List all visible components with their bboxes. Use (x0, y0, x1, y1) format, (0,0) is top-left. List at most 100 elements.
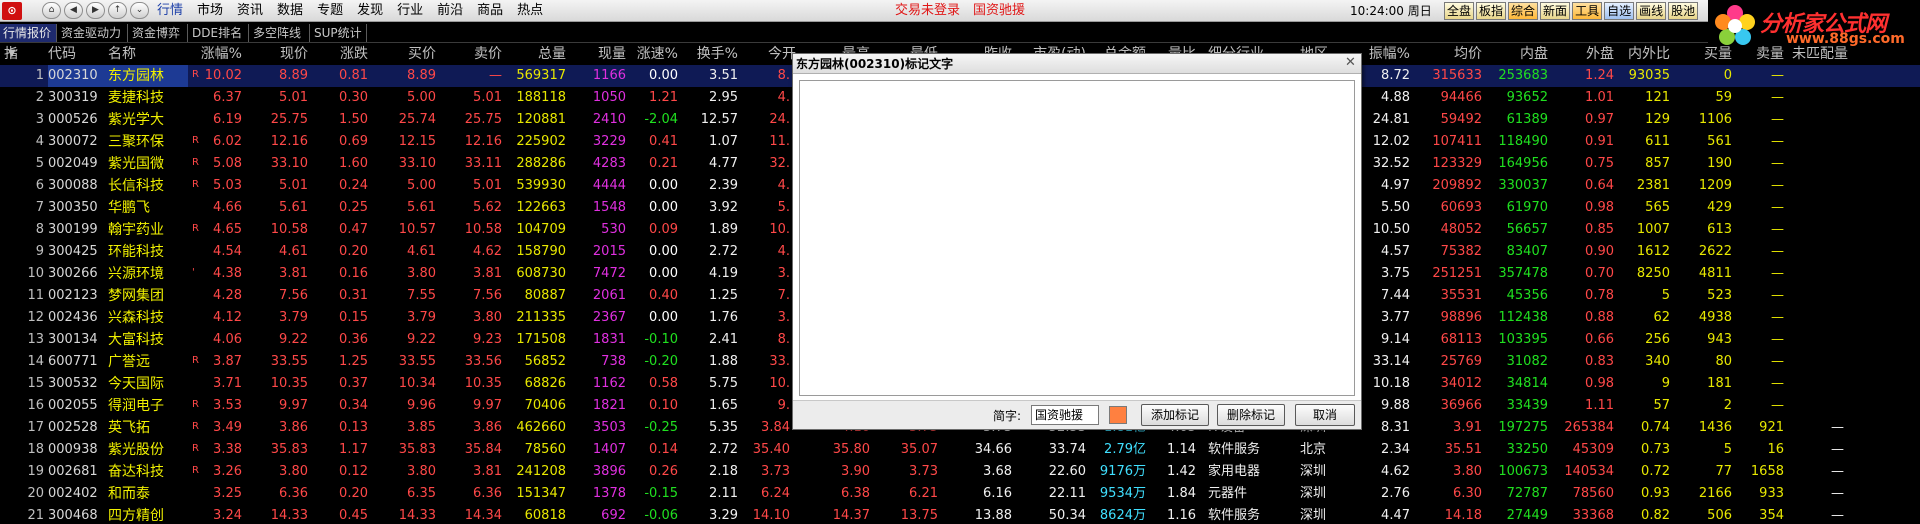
cell-col-prev-close: 34.66 (974, 442, 1012, 457)
menu-hotspot[interactable]: 热点 (510, 0, 550, 22)
cell-col-avg-price: 48052 (1440, 222, 1482, 237)
cell-col-last-volume: 2367 (592, 310, 626, 325)
dropdown-icon[interactable]: ⌄ (130, 2, 149, 19)
delete-mark-button[interactable]: 删除标记 (1217, 404, 1285, 426)
tab-capital-drive[interactable]: 资金驱动力 (58, 24, 128, 42)
cell-col-high: 14.37 (832, 508, 870, 523)
marker-color-swatch[interactable] (1109, 406, 1127, 424)
cell-col-turnover: 3.51 (709, 68, 738, 83)
cell-col-volume: 188118 (516, 90, 566, 105)
header-col-name[interactable]: 名称 (108, 43, 188, 65)
menu-discover[interactable]: 发现 (350, 0, 390, 22)
cell-col-change: 0.36 (339, 332, 368, 347)
menu-data[interactable]: 数据 (270, 0, 310, 22)
menu-news[interactable]: 资讯 (230, 0, 270, 22)
quick-draw-button[interactable]: 画线 (1636, 2, 1667, 20)
tab-dde-rank[interactable]: DDE排名 (189, 24, 249, 42)
menu-commodity[interactable]: 商品 (470, 0, 510, 22)
quick-newpage-button[interactable]: 新面 (1540, 2, 1571, 20)
cell-col-outer: 1.24 (1585, 68, 1614, 83)
header-col-inner[interactable]: 内盘 (1482, 43, 1548, 65)
header-col-bid[interactable]: 买价 (368, 43, 436, 65)
quick-pool-button[interactable]: 股池 (1668, 2, 1699, 20)
header-col-last-volume[interactable]: 现量 (566, 43, 626, 65)
quick-tools-button[interactable]: 工具 (1572, 2, 1603, 20)
header-col-amplitude[interactable]: 振幅% (1362, 43, 1410, 65)
menu-topics[interactable]: 专题 (310, 0, 350, 22)
header-col-outer[interactable]: 外盘 (1548, 43, 1614, 65)
margin-mark-icon: ' (192, 267, 195, 278)
cell-col-ask-volume: 354 (1759, 508, 1784, 523)
tab-capital-game[interactable]: 资金博弈 (129, 24, 188, 42)
cell-col-speed: -0.15 (644, 486, 678, 501)
cell-col-open: 24. (769, 112, 790, 127)
cell-col-name: 兴源环境 (108, 266, 164, 282)
mark-text-area[interactable] (799, 80, 1355, 396)
add-mark-button[interactable]: 添加标记 (1141, 404, 1209, 426)
header-col-bid-volume[interactable]: 买量 (1670, 43, 1732, 65)
cell-col-ask-volume: — (1771, 134, 1784, 149)
table-row[interactable]: 21 300468 四方精创 3.24 14.33 0.45 14.33 14.34 60818… (0, 505, 1920, 524)
menu-frontier[interactable]: 前沿 (430, 0, 470, 22)
cell-col-vol-ratio: 1.14 (1167, 442, 1196, 457)
shortcut-label: 简字: (993, 409, 1022, 423)
home-icon[interactable]: ⌂ (42, 2, 61, 19)
cell-col-outer: 0.66 (1585, 332, 1614, 347)
header-col-code[interactable]: 代码 (48, 43, 108, 65)
cell-col-inner: 197275 (1498, 420, 1548, 435)
cell-col-ask: 12.16 (464, 134, 502, 149)
header-col-avg-price[interactable]: 均价 (1410, 43, 1482, 65)
table-row[interactable]: 19 002681 奋达科技 3.26 3.80 0.12 3.80 3.81 241208 38… (0, 461, 1920, 483)
cell-col-avg-price: 6.30 (1453, 486, 1482, 501)
cell-col-index: 2 (35, 90, 44, 105)
table-row[interactable]: 18 000938 紫光股份 3.38 35.83 1.17 35.83 35.84 78560… (0, 439, 1920, 461)
menu-industry[interactable]: 行业 (390, 0, 430, 22)
forward-icon[interactable]: ▶ (86, 2, 105, 19)
cell-col-inner-outer-ratio: 0.72 (1641, 464, 1670, 479)
header-col-open[interactable]: 今开 (738, 43, 796, 65)
tab-quotes[interactable]: 行情报价 (0, 24, 57, 42)
trade-login-status[interactable]: 交易未登录 (895, 0, 960, 22)
cell-col-code: 002055 (48, 398, 98, 413)
quick-watchlist-button[interactable]: 自选 (1604, 2, 1635, 20)
app-logo-icon[interactable]: ⊙ (2, 2, 22, 20)
quick-buttons: 全盘 板指 综合 新面 工具 自选 画线 股池 (1444, 2, 1699, 20)
back-icon[interactable]: ◀ (64, 2, 83, 19)
tab-bull-bear[interactable]: 多空阵线 (250, 24, 310, 42)
close-icon[interactable]: ✕ (1343, 56, 1358, 71)
shortcut-input[interactable]: 国资驰援 (1031, 405, 1099, 425)
menu-market[interactable]: 市场 (190, 0, 230, 22)
menu-quotes[interactable]: 行情 (150, 0, 190, 22)
tab-sup-stats[interactable]: SUP统计 (311, 24, 367, 42)
cell-col-bid-volume: 4811 (1698, 266, 1732, 281)
cell-col-turnover: 2.72 (709, 244, 738, 259)
table-row[interactable]: 20 002402 和而泰 3.25 6.36 0.20 6.35 6.36 151347 137… (0, 483, 1920, 505)
cell-col-last-volume: 1407 (592, 442, 626, 457)
cell-col-prev-close: 6.16 (983, 486, 1012, 501)
cell-col-bid-volume: 2166 (1698, 486, 1732, 501)
cell-col-price: 3.79 (279, 310, 308, 325)
header-col-ask[interactable]: 卖价 (436, 43, 502, 65)
header-col-price[interactable]: 现价 (242, 43, 308, 65)
header-col-change-pct[interactable]: 涨幅% (190, 43, 242, 65)
header-col-turnover[interactable]: 换手% (678, 43, 738, 65)
up-icon[interactable]: ↑ (108, 2, 127, 19)
header-col-volume[interactable]: 总量 (502, 43, 566, 65)
cell-col-code: 300468 (48, 508, 98, 523)
header-col-ask-volume[interactable]: 卖量 (1732, 43, 1784, 65)
header-col-speed[interactable]: 涨速% (626, 43, 678, 65)
sort-desc-icon[interactable]: ▼ (8, 43, 16, 65)
cell-col-change: 0.45 (339, 508, 368, 523)
quick-index-button[interactable]: 板指 (1476, 2, 1507, 20)
cell-col-speed: 0.00 (649, 244, 678, 259)
cell-col-avg-price: 14.18 (1444, 508, 1482, 523)
header-col-unmatched[interactable]: 未匹配量 (1784, 43, 1848, 65)
cell-col-amplitude: 5.50 (1381, 200, 1410, 215)
news-headline[interactable]: 国资驰援 (973, 0, 1025, 22)
header-col-inner-outer-ratio[interactable]: 内外比 (1614, 43, 1670, 65)
cell-col-price: 8.89 (279, 68, 308, 83)
quick-full-button[interactable]: 全盘 (1444, 2, 1475, 20)
header-col-change[interactable]: 涨跌 (308, 43, 368, 65)
quick-composite-button[interactable]: 综合 (1508, 2, 1539, 20)
cancel-button[interactable]: 取消 (1295, 404, 1355, 426)
